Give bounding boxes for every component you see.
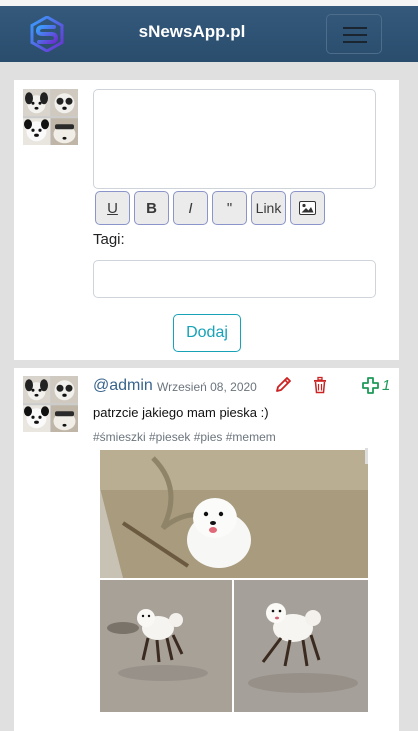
bold-label: B [146,199,157,217]
image-icon [299,201,316,215]
post-textarea[interactable] [93,89,376,189]
post-author-link[interactable]: @admin [93,377,153,395]
post-text: patrzcie jakiego mam pieska :) [93,405,269,420]
avatar [23,89,78,145]
italic-label: I [188,199,193,217]
avatar[interactable] [23,376,78,432]
hamburger-menu-button[interactable] [326,14,382,54]
post-date: Wrzesień 08, 2020 [157,380,257,394]
post-tags[interactable]: #śmieszki #piesek #pies #memem [93,430,276,444]
hamburger-menu-icon [343,27,367,29]
post-card: @admin Wrzesień 08, 2020 1 patrzcie jaki… [14,368,399,731]
image-button[interactable] [290,191,325,225]
underline-label: U [107,199,118,217]
plus-icon[interactable] [362,377,379,394]
tags-label: Tagi: [93,231,125,248]
navbar: sNewsApp.pl [0,0,418,62]
pencil-icon[interactable] [274,376,292,394]
tags-input[interactable] [93,260,376,298]
link-label: Link [255,200,282,216]
underline-button[interactable]: U [95,191,130,225]
post-image[interactable] [93,448,376,714]
quote-button[interactable]: " [212,191,247,225]
vote-count: 1 [382,377,391,394]
add-post-button[interactable]: Dodaj [173,314,241,352]
bold-button[interactable]: B [134,191,169,225]
italic-button[interactable]: I [173,191,208,225]
trash-icon[interactable] [312,376,328,394]
link-button[interactable]: Link [251,191,286,225]
compose-card: U B I " Link Tagi: Dodaj [14,80,399,360]
quote-label: " [226,199,233,217]
